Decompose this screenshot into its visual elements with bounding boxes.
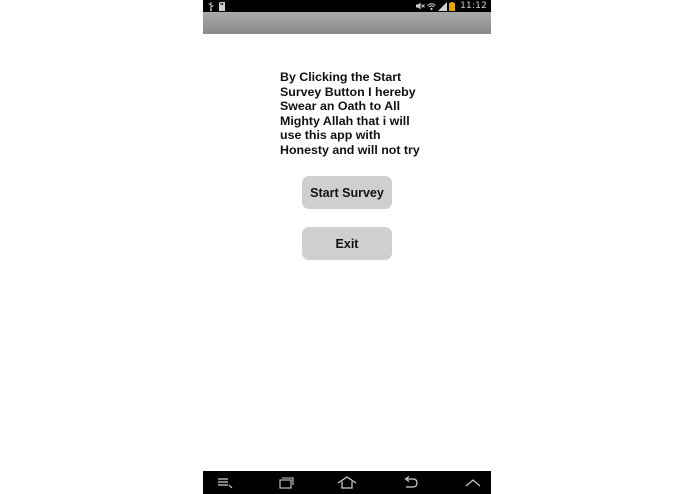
status-left-icons	[207, 0, 227, 12]
wifi-icon	[427, 2, 436, 11]
usb-icon	[207, 2, 215, 11]
battery-icon	[449, 2, 457, 11]
mute-icon	[416, 2, 425, 10]
main-content: By Clicking the Start Survey Button I he…	[203, 34, 491, 471]
home-icon[interactable]	[337, 474, 357, 491]
action-bar	[203, 12, 491, 34]
oath-text: By Clicking the Start Survey Button I he…	[280, 70, 420, 157]
menu-icon[interactable]	[215, 474, 235, 491]
recent-apps-icon[interactable]	[275, 474, 295, 491]
status-bar: 11:12	[203, 0, 491, 12]
status-time: 11:12	[460, 1, 487, 11]
sd-card-icon	[219, 2, 227, 11]
up-icon[interactable]	[463, 474, 483, 491]
back-icon[interactable]	[400, 474, 420, 491]
navigation-bar	[203, 471, 491, 494]
start-survey-button[interactable]: Start Survey	[302, 176, 392, 209]
signal-icon	[438, 2, 448, 11]
status-right-icons: 11:12	[416, 0, 487, 12]
phone-screen: 11:12 By Clicking the Start Survey Butto…	[203, 0, 491, 494]
exit-button[interactable]: Exit	[302, 227, 392, 260]
